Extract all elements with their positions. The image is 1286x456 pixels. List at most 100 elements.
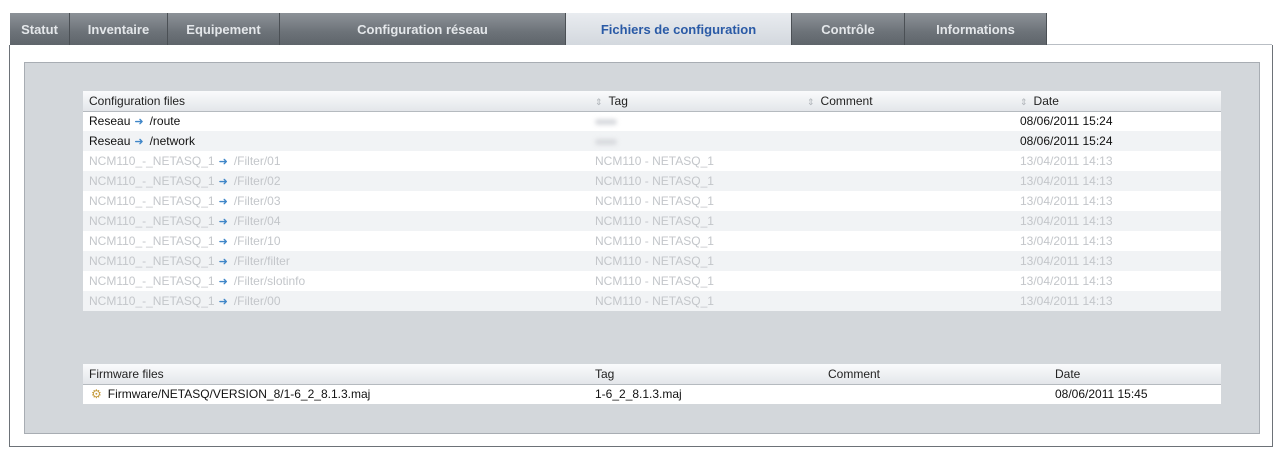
- tab-bar: Statut Inventaire Equipement Configurati…: [10, 13, 1272, 45]
- comment-cell: [801, 171, 1014, 191]
- redacted-tag: [595, 138, 617, 145]
- arrow-right-icon: ➜: [218, 276, 228, 288]
- tab-configuration-reseau[interactable]: Configuration réseau: [280, 13, 566, 45]
- file-path: /Filter/03: [233, 194, 281, 208]
- comment-cell: [801, 291, 1014, 311]
- tab-label: Fichiers de configuration: [600, 21, 757, 37]
- date-cell: 13/04/2011 14:13: [1014, 291, 1221, 311]
- table-row[interactable]: NCM110_-_NETASQ_1 ➜ /Filter/02 NCM110 - NE…: [83, 171, 1221, 191]
- date-cell: 08/06/2011 15:24: [1014, 131, 1221, 151]
- table-row[interactable]: NCM110_-_NETASQ_1 ➜ /Filter/00 NCM110 - NE…: [83, 291, 1221, 311]
- column-header-date[interactable]: Date: [1049, 364, 1221, 385]
- file-source: NCM110_-_NETASQ_1: [89, 194, 215, 208]
- tag-cell: NCM110 - NETASQ_1: [589, 191, 801, 211]
- file-source: NCM110_-_NETASQ_1: [89, 214, 215, 228]
- tag-cell: [589, 111, 801, 131]
- file-name-cell: NCM110_-_NETASQ_1 ➜ /Filter/filter: [83, 251, 589, 271]
- tab-fichiers-de-configuration[interactable]: Fichiers de configuration: [566, 13, 792, 45]
- tag-cell: NCM110 - NETASQ_1: [589, 251, 801, 271]
- comment-cell: [801, 271, 1014, 291]
- firmware-file-path: Firmware/NETASQ/VERSION_8/1-6_2_8.1.3.ma…: [107, 387, 371, 402]
- redacted-tag: [595, 119, 617, 126]
- tab-label: Inventaire: [87, 21, 150, 37]
- tab-label: Statut: [21, 21, 58, 37]
- column-header-comment[interactable]: ⇕ Comment: [801, 91, 1014, 112]
- tag-cell: NCM110 - NETASQ_1: [589, 271, 801, 291]
- gear-icon: ⚙: [91, 387, 102, 402]
- arrow-right-icon: ➜: [218, 296, 228, 308]
- arrow-right-icon: ➜: [218, 256, 228, 268]
- file-path: /Filter/slotinfo: [233, 274, 306, 288]
- comment-cell: [801, 111, 1014, 131]
- file-source: NCM110_-_NETASQ_1: [89, 254, 215, 268]
- comment-cell: [801, 191, 1014, 211]
- column-header-tag[interactable]: Tag: [589, 364, 822, 385]
- comment-cell: [801, 211, 1014, 231]
- file-name-cell: NCM110_-_NETASQ_1 ➜ /Filter/10: [83, 231, 589, 251]
- tab-statut[interactable]: Statut: [10, 13, 70, 45]
- comment-cell: [801, 131, 1014, 151]
- column-header-tag[interactable]: ⇕ Tag: [589, 91, 801, 112]
- table-row[interactable]: NCM110_-_NETASQ_1 ➜ /Filter/03 NCM110 - NE…: [83, 191, 1221, 211]
- file-path: /Filter/00: [233, 294, 281, 308]
- arrow-right-icon: ➜: [218, 196, 228, 208]
- tab-label: Contrôle: [821, 21, 875, 37]
- file-source: NCM110_-_NETASQ_1: [89, 174, 215, 188]
- table-row[interactable]: Reseau ➜ /route 08/06/2011 15:24: [83, 111, 1221, 131]
- arrow-right-icon: ➜: [218, 236, 228, 248]
- file-path: /Filter/02: [233, 174, 281, 188]
- table-row[interactable]: NCM110_-_NETASQ_1 ➜ /Filter/04 NCM110 - NE…: [83, 211, 1221, 231]
- column-header-configuration-files[interactable]: Configuration files: [83, 91, 589, 112]
- file-source: NCM110_-_NETASQ_1: [89, 154, 215, 168]
- file-source: NCM110_-_NETASQ_1: [89, 234, 215, 248]
- table-row[interactable]: NCM110_-_NETASQ_1 ➜ /Filter/slotinfo NCM11…: [83, 271, 1221, 291]
- file-path: /Filter/filter: [233, 254, 290, 268]
- tab-inventaire[interactable]: Inventaire: [70, 13, 168, 45]
- tab-label: Informations: [936, 21, 1015, 37]
- column-header-firmware-files[interactable]: Firmware files: [83, 364, 589, 385]
- table-row[interactable]: NCM110_-_NETASQ_1 ➜ /Filter/10 NCM110 - NE…: [83, 231, 1221, 251]
- tab-controle[interactable]: Contrôle: [792, 13, 905, 45]
- table-header-row: Firmware files Tag Comment Date: [83, 364, 1221, 385]
- table-row[interactable]: NCM110_-_NETASQ_1 ➜ /Filter/filter NCM110 …: [83, 251, 1221, 271]
- date-cell: 08/06/2011 15:24: [1014, 111, 1221, 131]
- tag-cell: NCM110 - NETASQ_1: [589, 211, 801, 231]
- file-path: /network: [149, 134, 195, 148]
- column-header-date[interactable]: ⇕ Date: [1014, 91, 1221, 112]
- file-path: /route: [149, 114, 181, 129]
- table-row[interactable]: NCM110_-_NETASQ_1 ➜ /Filter/01 NCM110 - NE…: [83, 151, 1221, 171]
- file-name-cell: Reseau ➜ /route: [83, 111, 589, 131]
- file-name-cell: NCM110_-_NETASQ_1 ➜ /Filter/03: [83, 191, 589, 211]
- column-header-comment[interactable]: Comment: [822, 364, 1049, 385]
- tab-label: Equipement: [186, 21, 261, 37]
- content-panel: Configuration files ⇕ Tag ⇕ Comment ⇕ Date …: [9, 45, 1273, 447]
- tag-cell: NCM110 - NETASQ_1: [589, 151, 801, 171]
- arrow-right-icon: ➜: [134, 116, 144, 129]
- date-cell: 13/04/2011 14:13: [1014, 151, 1221, 171]
- arrow-right-icon: ➜: [218, 216, 228, 228]
- tab-informations[interactable]: Informations: [905, 13, 1047, 45]
- firmware-files-table: Firmware files Tag Comment Date ⚙ Firmwar…: [83, 364, 1221, 404]
- tag-cell: NCM110 - NETASQ_1: [589, 231, 801, 251]
- file-path: /Filter/10: [233, 234, 281, 248]
- file-source: Reseau: [89, 134, 131, 148]
- comment-cell: [801, 151, 1014, 171]
- file-name-cell: NCM110_-_NETASQ_1 ➜ /Filter/slotinfo: [83, 271, 589, 291]
- file-path: /Filter/01: [233, 154, 281, 168]
- tab-equipement[interactable]: Equipement: [168, 13, 280, 45]
- file-name-cell: NCM110_-_NETASQ_1 ➜ /Filter/01: [83, 151, 589, 171]
- comment-cell: [822, 384, 1049, 404]
- comment-cell: [801, 231, 1014, 251]
- file-name-cell: NCM110_-_NETASQ_1 ➜ /Filter/04: [83, 211, 589, 231]
- arrow-right-icon: ➜: [218, 176, 228, 188]
- table-row[interactable]: Reseau ➜ /network 08/06/2011 15:24: [83, 131, 1221, 151]
- file-source: NCM110_-_NETASQ_1: [89, 294, 215, 308]
- date-cell: 13/04/2011 14:13: [1014, 191, 1221, 211]
- tag-cell: 1-6_2_8.1.3.maj: [589, 384, 822, 404]
- table-row[interactable]: ⚙ Firmware/NETASQ/VERSION_8/1-6_2_8.1.3.m…: [83, 384, 1221, 404]
- date-cell: 13/04/2011 14:13: [1014, 251, 1221, 271]
- date-cell: 13/04/2011 14:13: [1014, 211, 1221, 231]
- arrow-right-icon: ➜: [218, 156, 228, 168]
- tab-label: Configuration réseau: [357, 21, 488, 37]
- tag-cell: NCM110 - NETASQ_1: [589, 291, 801, 311]
